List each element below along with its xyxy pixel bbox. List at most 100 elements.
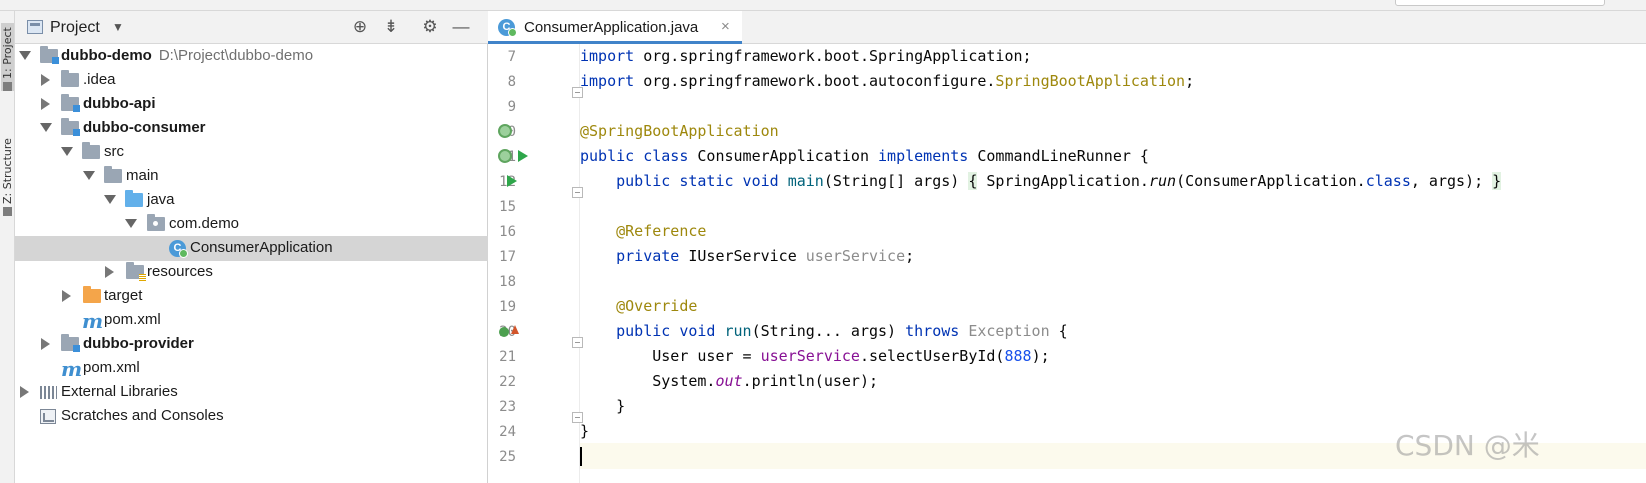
- code-token: SpringBootApplication: [995, 72, 1186, 90]
- tree-item-scratches[interactable]: Scratches and Consoles: [15, 404, 488, 429]
- tree-item-com-demo[interactable]: com.demo: [15, 212, 488, 237]
- tree-item-resources[interactable]: resources: [15, 260, 488, 285]
- override-arrow-icon[interactable]: [511, 325, 519, 334]
- code-token: 888: [1004, 347, 1032, 365]
- code-token: org.springframework.boot.SpringApplicati…: [634, 47, 1032, 65]
- line-number: 17: [499, 249, 516, 265]
- editor-gutter[interactable]: 7 8 9 10 11 12 15 16 17 18 19 20 21 22 2…: [488, 44, 583, 483]
- code-line-20: public void run(String... args) throws E…: [580, 318, 1646, 344]
- code-line-23: }: [580, 393, 1646, 419]
- code-token: throws: [905, 322, 960, 340]
- tree-item-label: dubbo-consumer: [83, 119, 206, 136]
- expand-arrow-icon[interactable]: [104, 195, 116, 204]
- code-token: .selectUserById(: [859, 347, 1005, 365]
- collapse-arrow-icon[interactable]: [105, 266, 114, 278]
- code-token: public static void: [616, 172, 779, 190]
- expand-arrow-icon[interactable]: [40, 123, 52, 132]
- tree-item-src[interactable]: src: [15, 140, 488, 165]
- implements-icon[interactable]: [499, 327, 509, 337]
- code-token: (String... args): [751, 322, 906, 340]
- tree-item-dubbo-consumer[interactable]: dubbo-consumer: [15, 116, 488, 141]
- code-token: run: [1148, 172, 1177, 190]
- hide-icon[interactable]: —: [451, 17, 471, 37]
- locate-icon[interactable]: ⊕: [350, 17, 370, 37]
- run-config-selector[interactable]: [1395, 0, 1605, 6]
- code-line-22: System.out.println(user);: [580, 368, 1646, 394]
- tree-item-target[interactable]: target: [15, 284, 488, 309]
- run-icon[interactable]: [507, 175, 517, 187]
- code-area[interactable]: import org.springframework.boot.SpringAp…: [580, 44, 1646, 483]
- tree-item-dubbo-demo[interactable]: dubbo-demo D:\Project\dubbo-demo: [15, 44, 488, 69]
- structure-tool-tab[interactable]: Z: Structure: [1, 136, 14, 216]
- code-token: class: [1365, 172, 1411, 190]
- tree-item-java[interactable]: java: [15, 188, 488, 213]
- tree-item-label: pom.xml: [83, 359, 140, 376]
- expand-arrow-icon[interactable]: [83, 171, 95, 180]
- left-tool-strip: 1: Project Z: Structure: [0, 11, 15, 483]
- code-line-12: public static void main(String[] args) {…: [580, 168, 1646, 194]
- editor-tab-bar: C ConsumerApplication.java ×: [488, 11, 1646, 44]
- expand-arrow-icon[interactable]: [19, 51, 31, 60]
- spring-bean-icon[interactable]: [498, 124, 512, 138]
- tree-item-root-pom[interactable]: m pom.xml: [15, 356, 488, 381]
- source-folder-icon: [125, 190, 143, 207]
- collapse-all-icon[interactable]: ⇟: [381, 17, 401, 37]
- tree-item-label: ConsumerApplication: [190, 239, 333, 256]
- tree-item-main[interactable]: main: [15, 164, 488, 189]
- maven-file-icon: m: [61, 357, 83, 381]
- collapse-arrow-icon[interactable]: [20, 386, 29, 398]
- tree-item-label: main: [126, 167, 159, 184]
- code-token: , args);: [1410, 172, 1493, 190]
- tree-item-label: dubbo-api: [83, 95, 156, 112]
- gear-icon[interactable]: ⚙: [420, 17, 440, 37]
- code-token: ;: [1185, 72, 1195, 90]
- run-icon[interactable]: [518, 150, 528, 162]
- tree-item-consumer-pom[interactable]: m pom.xml: [15, 308, 488, 333]
- package-icon: [147, 214, 165, 231]
- project-tool-tab[interactable]: 1: Project: [1, 23, 14, 91]
- collapse-arrow-icon[interactable]: [41, 74, 50, 86]
- code-token: CommandLineRunner {: [968, 147, 1149, 165]
- line-number: 22: [499, 374, 516, 390]
- tree-item-dubbo-provider[interactable]: dubbo-provider: [15, 332, 488, 357]
- structure-tool-label: Z: Structure: [1, 138, 14, 204]
- chevron-down-icon[interactable]: ▼: [112, 20, 124, 34]
- code-token: }: [1492, 172, 1502, 190]
- tree-item-label: dubbo-demo D:\Project\dubbo-demo: [61, 47, 313, 64]
- collapse-arrow-icon[interactable]: [41, 98, 50, 110]
- spring-class-icon: C: [498, 19, 517, 37]
- code-token: public class: [580, 147, 689, 165]
- module-folder-icon: [61, 94, 80, 112]
- tab-label: ConsumerApplication.java: [524, 19, 699, 36]
- tab-consumer-application[interactable]: C ConsumerApplication.java ×: [488, 11, 742, 44]
- code-token: import: [580, 47, 635, 65]
- project-panel-title[interactable]: Project: [50, 19, 100, 37]
- code-token: ConsumerApplication: [688, 147, 879, 165]
- tree-item-external-libraries[interactable]: External Libraries: [15, 380, 488, 405]
- collapse-arrow-icon[interactable]: [41, 338, 50, 350]
- tree-item-idea[interactable]: .idea: [15, 68, 488, 93]
- tree-item-consumer-application[interactable]: C ConsumerApplication: [15, 236, 488, 261]
- code-token: IUserService: [679, 247, 806, 265]
- module-folder-icon: [40, 46, 59, 64]
- expand-arrow-icon[interactable]: [61, 147, 73, 156]
- code-line-10: @SpringBootApplication: [580, 118, 1646, 144]
- code-line-8: import org.springframework.boot.autoconf…: [580, 68, 1646, 94]
- expand-arrow-icon[interactable]: [125, 219, 137, 228]
- code-line-11: public class ConsumerApplication impleme…: [580, 143, 1646, 169]
- code-line-19: @Override: [580, 293, 1646, 319]
- collapse-arrow-icon[interactable]: [62, 290, 71, 302]
- close-icon[interactable]: ×: [721, 18, 730, 35]
- tree-item-dubbo-api[interactable]: dubbo-api: [15, 92, 488, 117]
- tree-item-label: .idea: [83, 71, 116, 88]
- main-toolbar: [0, 0, 1646, 11]
- spring-bean-icon[interactable]: [498, 149, 512, 163]
